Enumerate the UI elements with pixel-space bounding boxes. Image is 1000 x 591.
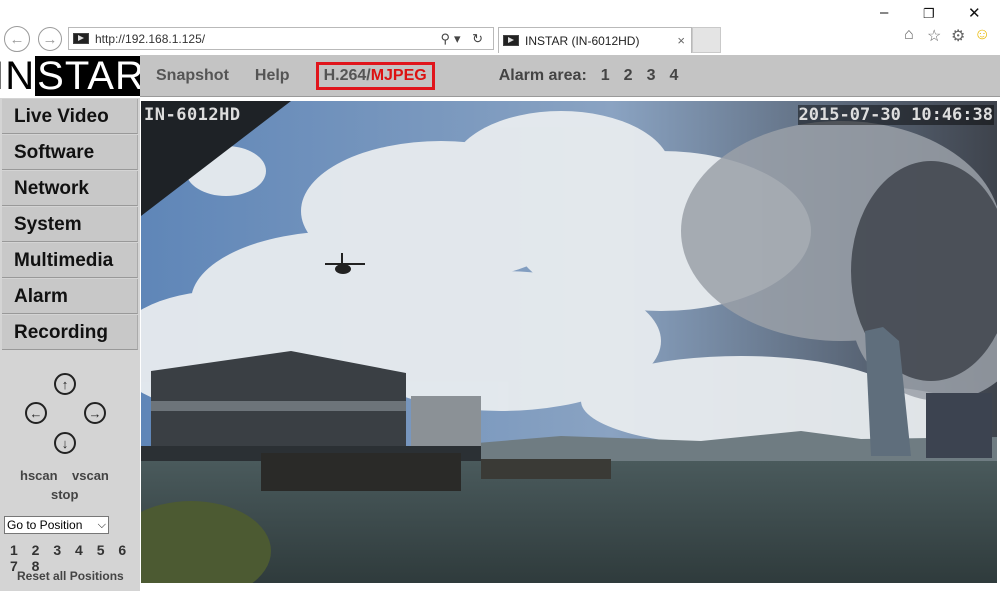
sidebar-item-recording[interactable]: Recording xyxy=(2,315,138,350)
goto-position-select[interactable]: Go to Position ⌵ xyxy=(4,516,109,534)
browser-tab[interactable]: INSTAR (IN-6012HD) × xyxy=(498,27,692,53)
video-scene xyxy=(141,101,997,583)
top-menu-bar: Snapshot Help H.264/MJPEG Alarm area: 1 … xyxy=(140,55,1000,97)
browser-chrome: ← → http://192.168.1.125/ ⚲▾ ↻ INSTAR (I… xyxy=(0,0,1000,55)
tab-favicon-icon xyxy=(503,35,519,46)
sidebar-item-alarm[interactable]: Alarm xyxy=(2,279,138,314)
close-window-button[interactable]: ✕ xyxy=(968,4,981,22)
sidebar-item-network[interactable]: Network xyxy=(2,171,138,206)
codec-h264[interactable]: H.264/ xyxy=(324,67,371,84)
codec-toggle[interactable]: H.264/MJPEG xyxy=(315,61,435,90)
address-bar-icons[interactable]: ⚲▾ ↻ xyxy=(440,31,487,47)
url-text: http://192.168.1.125/ xyxy=(95,31,206,46)
sidebar: Live Video Software Network System Multi… xyxy=(0,98,140,591)
alarm-area-3[interactable]: 3 xyxy=(647,67,656,85)
vscan-button[interactable]: vscan xyxy=(72,468,109,483)
new-tab-button[interactable] xyxy=(692,27,721,53)
pan-left-icon[interactable]: ← xyxy=(25,402,47,424)
minimize-button[interactable]: – xyxy=(880,4,888,21)
pan-up-icon[interactable]: ↑ xyxy=(54,373,76,395)
home-icon[interactable]: ⌂ xyxy=(904,26,914,44)
goto-position-value: Go to Position xyxy=(7,518,83,532)
camera-name-overlay: IN-6012HD xyxy=(144,105,241,125)
alarm-area-2[interactable]: 2 xyxy=(624,67,633,85)
sidebar-item-system[interactable]: System xyxy=(2,207,138,242)
sidebar-item-multimedia[interactable]: Multimedia xyxy=(2,243,138,278)
address-bar[interactable]: http://192.168.1.125/ ⚲▾ ↻ xyxy=(68,27,494,50)
back-button[interactable]: ← xyxy=(4,26,30,52)
forward-arrow-icon: → xyxy=(42,30,58,48)
back-arrow-icon: ← xyxy=(9,30,25,48)
tab-close-icon[interactable]: × xyxy=(677,33,685,48)
alarm-area-4[interactable]: 4 xyxy=(669,67,678,85)
help-link[interactable]: Help xyxy=(255,67,290,85)
sidebar-item-software[interactable]: Software xyxy=(2,135,138,170)
tab-title: INSTAR (IN-6012HD) xyxy=(525,33,640,48)
logo-part-in: IN xyxy=(0,53,36,98)
gear-icon[interactable]: ⚙ xyxy=(951,26,965,46)
chevron-down-icon: ⌵ xyxy=(97,519,106,531)
pan-right-icon[interactable]: → xyxy=(84,402,106,424)
reset-positions-button[interactable]: Reset all Positions xyxy=(17,569,124,583)
smiley-icon[interactable]: ☺ xyxy=(974,26,990,44)
live-video-view[interactable]: IN-6012HD 2015-07-30 10:46:38 xyxy=(141,101,997,583)
codec-mjpeg[interactable]: MJPEG xyxy=(371,67,427,84)
star-icon[interactable]: ☆ xyxy=(927,26,941,46)
restore-button[interactable]: ❐ xyxy=(923,6,935,22)
hscan-button[interactable]: hscan xyxy=(20,468,58,483)
sidebar-item-live-video[interactable]: Live Video xyxy=(2,99,138,134)
stop-button[interactable]: stop xyxy=(51,487,78,502)
forward-button[interactable]: → xyxy=(38,27,62,51)
logo-part-star: STAR xyxy=(35,54,147,98)
alarm-area-1[interactable]: 1 xyxy=(601,67,610,85)
alarm-area-label: Alarm area: xyxy=(498,66,587,84)
snapshot-link[interactable]: Snapshot xyxy=(156,67,229,85)
site-favicon-icon xyxy=(73,33,89,44)
pan-down-icon[interactable]: ↓ xyxy=(54,432,76,454)
timestamp-overlay: 2015-07-30 10:46:38 xyxy=(797,105,994,125)
instar-logo: INSTAR xyxy=(0,53,147,98)
